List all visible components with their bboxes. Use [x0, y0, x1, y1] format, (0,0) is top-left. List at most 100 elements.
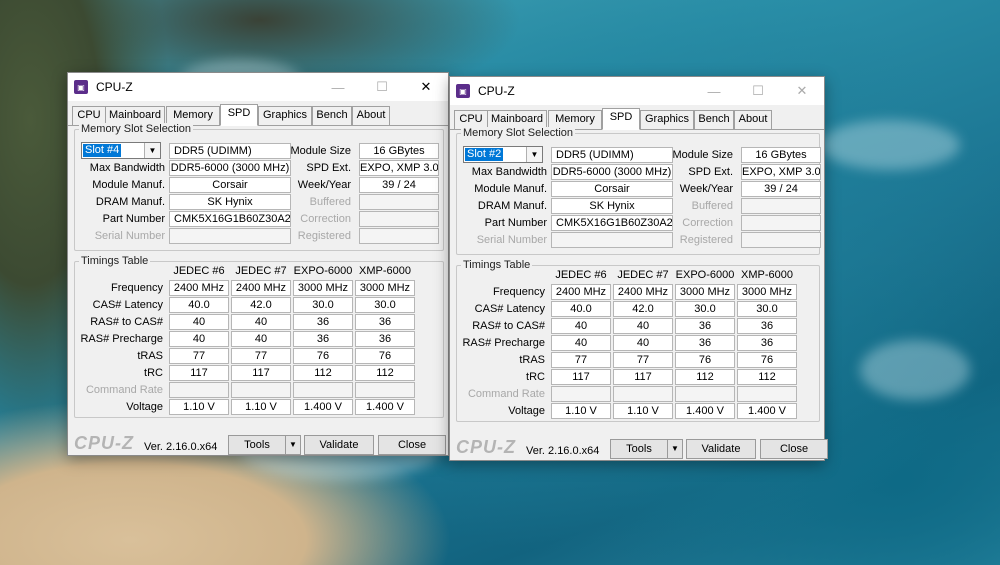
- tools-dropdown-arrow-icon[interactable]: ▼: [667, 439, 683, 459]
- timing-cell: 2400 MHz: [613, 284, 673, 300]
- tools-dropdown-arrow-icon[interactable]: ▼: [285, 435, 301, 455]
- maximize-icon[interactable]: ☐: [736, 77, 780, 105]
- timing-row-label: RAS# Precharge: [462, 337, 545, 349]
- tab-graphics[interactable]: Graphics: [640, 110, 694, 129]
- row-label-dram-manuf: DRAM Manuf.: [477, 200, 547, 212]
- tab-spd[interactable]: SPD: [220, 104, 258, 126]
- tab-about[interactable]: About: [352, 106, 390, 125]
- timing-cell: 77: [551, 352, 611, 368]
- serial-number-field: [169, 228, 291, 244]
- part-number-field: CMK5X16G1B60Z30A2: [551, 215, 673, 231]
- timing-row-label: tRAS: [519, 354, 545, 366]
- row-label-registered: Registered: [679, 234, 733, 246]
- spd-ext-field: EXPO, XMP 3.0: [359, 160, 439, 176]
- row-label-buffered: Buffered: [691, 200, 733, 212]
- validate-button[interactable]: Validate: [304, 435, 374, 455]
- cpu-z-app-icon: ▣: [74, 80, 88, 94]
- row-label-serial-number: Serial Number: [476, 234, 547, 246]
- timing-row-label: Frequency: [111, 282, 163, 294]
- timings-title: Timings Table: [461, 259, 533, 271]
- version-text: Ver. 2.16.0.x64: [144, 441, 218, 453]
- row-label-serial-number: Serial Number: [94, 230, 165, 242]
- cpu-z-logo: CPU-Z: [456, 437, 516, 457]
- timing-cell: 40: [551, 335, 611, 351]
- timing-column-header: JEDEC #7: [617, 269, 669, 281]
- close-icon[interactable]: ✕: [404, 73, 448, 101]
- timing-cell: 36: [293, 331, 353, 347]
- module-size-field: 16 GBytes: [741, 147, 821, 163]
- tab-spd[interactable]: SPD: [602, 108, 640, 130]
- timing-cell: 36: [355, 314, 415, 330]
- timing-cell: 76: [737, 352, 797, 368]
- timing-cell: [169, 382, 229, 398]
- row-label-module-manuf: Module Manuf.: [92, 179, 165, 191]
- part-number-field: CMK5X16G1B60Z30A2: [169, 211, 291, 227]
- timing-cell: 42.0: [613, 301, 673, 317]
- row-label-part-number: Part Number: [102, 213, 165, 225]
- maximize-icon[interactable]: ☐: [360, 73, 404, 101]
- timing-cell: [293, 382, 353, 398]
- timing-cell: 77: [613, 352, 673, 368]
- tools-button[interactable]: Tools: [610, 439, 668, 459]
- tab-bench[interactable]: Bench: [694, 110, 734, 129]
- timing-cell: 1.10 V: [169, 399, 229, 415]
- tab-about[interactable]: About: [734, 110, 772, 129]
- timing-row-label: tRC: [526, 371, 545, 383]
- timing-row-label: CAS# Latency: [92, 299, 163, 311]
- slot-dropdown[interactable]: Slot #4 ▼: [81, 142, 161, 159]
- timing-cell: 36: [737, 318, 797, 334]
- minimize-icon[interactable]: —: [316, 73, 360, 101]
- slot-dropdown[interactable]: Slot #2 ▼: [463, 146, 543, 163]
- timing-column-header: EXPO-6000: [675, 269, 735, 281]
- title-bar: ▣ CPU-Z — ☐ ✕: [450, 77, 824, 105]
- timing-cell: 1.10 V: [231, 399, 291, 415]
- memory-slot-title: Memory Slot Selection: [79, 123, 194, 135]
- timing-cell: 112: [675, 369, 735, 385]
- serial-number-field: [551, 232, 673, 248]
- timing-cell: 40: [231, 331, 291, 347]
- buffered-field: [359, 194, 439, 210]
- timing-cell: 112: [293, 365, 353, 381]
- memory-slot-title: Memory Slot Selection: [461, 127, 576, 139]
- close-icon[interactable]: ✕: [780, 77, 824, 105]
- timing-row-label: Command Rate: [85, 384, 163, 396]
- module-manuf-field: Corsair: [551, 181, 673, 197]
- minimize-icon[interactable]: —: [692, 77, 736, 105]
- timing-column-header: JEDEC #6: [173, 265, 225, 277]
- memory-type-field: DDR5 (UDIMM): [169, 143, 291, 159]
- row-label-correction: Correction: [682, 217, 733, 229]
- close-button[interactable]: Close: [760, 439, 828, 459]
- timing-cell: 36: [293, 314, 353, 330]
- timing-cell: 76: [355, 348, 415, 364]
- timing-cell: 112: [737, 369, 797, 385]
- timing-cell: 3000 MHz: [293, 280, 353, 296]
- timing-cell: 40: [169, 331, 229, 347]
- timing-column-header: EXPO-6000: [293, 265, 353, 277]
- close-button[interactable]: Close: [378, 435, 446, 455]
- memory-slot-group: Memory Slot Selection Slot #2 ▼ DDR5 (UDIMM…: [456, 127, 821, 255]
- timing-cell: [355, 382, 415, 398]
- timing-cell: 40: [551, 318, 611, 334]
- row-label-module-manuf: Module Manuf.: [474, 183, 547, 195]
- row-label-spd-ext: SPD Ext.: [688, 166, 733, 178]
- validate-button[interactable]: Validate: [686, 439, 756, 459]
- window-title: CPU-Z: [478, 84, 515, 98]
- correction-field: [359, 211, 439, 227]
- timing-cell: 36: [675, 318, 735, 334]
- chevron-down-icon: ▼: [144, 143, 160, 158]
- tab-bench[interactable]: Bench: [312, 106, 352, 125]
- timing-cell: 1.10 V: [551, 403, 611, 419]
- week-year-field: 39 / 24: [359, 177, 439, 193]
- registered-field: [741, 232, 821, 248]
- row-label-part-number: Part Number: [484, 217, 547, 229]
- module-size-label: Module Size: [290, 145, 351, 157]
- tools-button[interactable]: Tools: [228, 435, 286, 455]
- timing-cell: 3000 MHz: [675, 284, 735, 300]
- timing-cell: [613, 386, 673, 402]
- timing-cell: 36: [355, 331, 415, 347]
- week-year-field: 39 / 24: [741, 181, 821, 197]
- row-label-registered: Registered: [297, 230, 351, 242]
- slot-selected-value: Slot #4: [83, 144, 122, 157]
- timing-column-header: XMP-6000: [741, 269, 793, 281]
- tab-graphics[interactable]: Graphics: [258, 106, 312, 125]
